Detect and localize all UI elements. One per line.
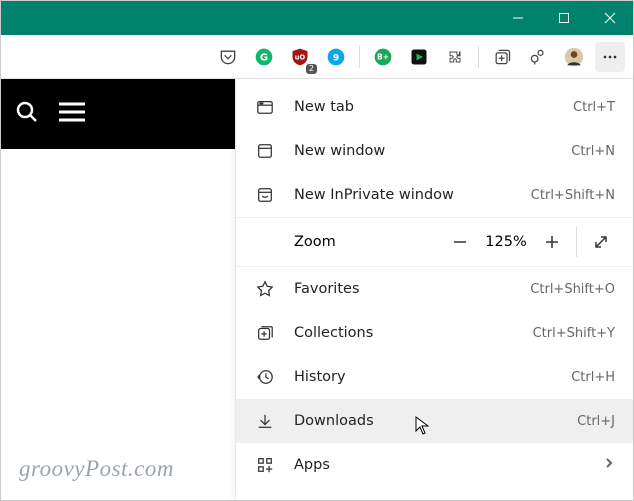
toolbar-divider	[478, 46, 479, 68]
menu-label: Downloads	[294, 413, 577, 429]
extensions-icon	[254, 498, 276, 500]
ublock-badge: 2	[306, 64, 317, 74]
close-button[interactable]	[587, 1, 633, 35]
menu-label: New InPrivate window	[294, 187, 531, 203]
feedback-icon[interactable]	[523, 42, 553, 72]
pocket-extension-icon[interactable]	[213, 42, 243, 72]
menu-shortcut: Ctrl+T	[573, 100, 615, 115]
search-icon[interactable]	[15, 100, 39, 128]
zoom-divider	[576, 227, 577, 257]
menu-zoom-row: Zoom 125%	[236, 217, 633, 267]
extensions-puzzle-icon[interactable]	[440, 42, 470, 72]
browser-toolbar: G uO 2 9 B+	[1, 35, 633, 79]
menu-new-window[interactable]: New window Ctrl+N	[236, 129, 633, 173]
history-icon	[254, 366, 276, 388]
download-icon	[254, 410, 276, 432]
zoom-label: Zoom	[294, 234, 440, 250]
menu-shortcut: Ctrl+J	[577, 414, 615, 429]
svg-text:9: 9	[333, 52, 339, 63]
menu-shortcut: Ctrl+H	[571, 370, 615, 385]
menu-new-inprivate[interactable]: New InPrivate window Ctrl+Shift+N	[236, 173, 633, 217]
grammarly-extension-icon[interactable]: G	[249, 42, 279, 72]
ublock-extension-icon[interactable]: uO 2	[285, 42, 315, 72]
svg-text:G: G	[260, 52, 268, 63]
new-window-icon	[254, 140, 276, 162]
menu-shortcut: Ctrl+N	[571, 144, 615, 159]
menu-downloads[interactable]: Downloads Ctrl+J	[236, 399, 633, 443]
zoom-in-button[interactable]	[532, 222, 572, 262]
menu-label: New tab	[294, 99, 573, 115]
watermark-text: groovyPost.com	[19, 456, 174, 482]
hamburger-menu-icon[interactable]	[57, 100, 87, 128]
minimize-button[interactable]	[495, 1, 541, 35]
menu-favorites[interactable]: Favorites Ctrl+Shift+O	[236, 267, 633, 311]
inprivate-icon	[254, 184, 276, 206]
maximize-button[interactable]	[541, 1, 587, 35]
menu-label: Collections	[294, 325, 533, 341]
menu-label: Apps	[294, 457, 603, 473]
menu-collections[interactable]: Collections Ctrl+Shift+Y	[236, 311, 633, 355]
fullscreen-button[interactable]	[581, 222, 621, 262]
toolbar-divider	[359, 46, 360, 68]
svg-text:B+: B+	[377, 52, 389, 61]
menu-label: History	[294, 369, 571, 385]
star-icon	[254, 278, 276, 300]
settings-dropdown-menu: New tab Ctrl+T New window Ctrl+N New InP…	[235, 79, 633, 500]
page-header-dark	[1, 79, 235, 149]
media-extension-icon[interactable]	[404, 42, 434, 72]
svg-text:uO: uO	[295, 53, 306, 61]
menu-new-tab[interactable]: New tab Ctrl+T	[236, 85, 633, 129]
collections-icon	[254, 322, 276, 344]
gmail-extension-icon[interactable]: 9	[321, 42, 351, 72]
zoom-value: 125%	[480, 234, 532, 250]
menu-history[interactable]: History Ctrl+H	[236, 355, 633, 399]
profile-avatar[interactable]	[559, 42, 589, 72]
collections-toolbar-icon[interactable]	[487, 42, 517, 72]
menu-shortcut: Ctrl+Shift+Y	[533, 326, 615, 341]
menu-extensions[interactable]: Extensions	[236, 487, 633, 500]
zoom-out-button[interactable]	[440, 222, 480, 262]
menu-shortcut: Ctrl+Shift+N	[531, 188, 615, 203]
new-tab-icon	[254, 96, 276, 118]
menu-shortcut: Ctrl+Shift+O	[530, 282, 615, 297]
menu-label: New window	[294, 143, 571, 159]
window-titlebar	[1, 1, 633, 35]
chevron-right-icon	[603, 457, 615, 473]
bplus-extension-icon[interactable]: B+	[368, 42, 398, 72]
apps-icon	[254, 454, 276, 476]
menu-apps[interactable]: Apps	[236, 443, 633, 487]
settings-ellipsis-button[interactable]	[595, 42, 625, 72]
menu-label: Favorites	[294, 281, 530, 297]
